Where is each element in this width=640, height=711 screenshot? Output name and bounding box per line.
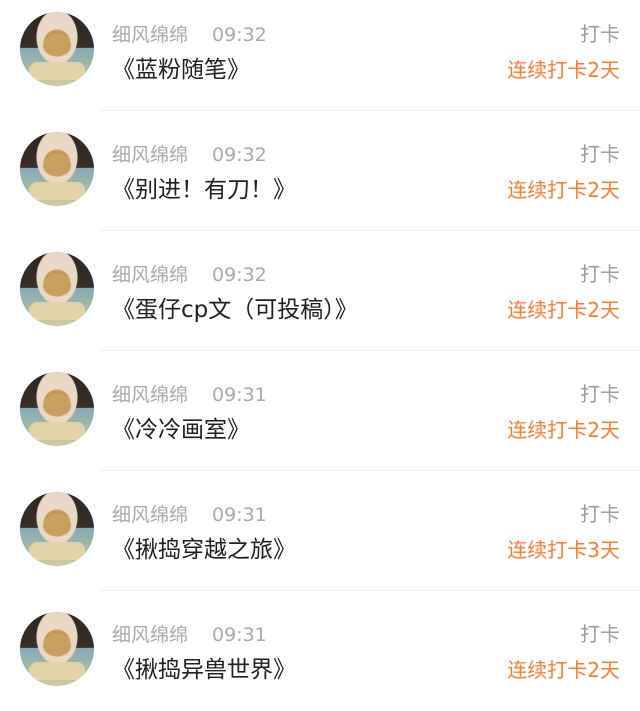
streak-text: 连续打卡2天 [507, 58, 620, 82]
post-time: 09:31 [212, 504, 267, 526]
post-time: 09:31 [212, 384, 267, 406]
post-title[interactable]: 《冷冷画室》 [112, 416, 250, 444]
avatar[interactable] [20, 12, 94, 86]
username[interactable]: 细风绵绵 [112, 384, 188, 406]
username[interactable]: 细风绵绵 [112, 624, 188, 646]
feed-item[interactable]: 细风绵绵 09:31 《冷冷画室》 打卡 连续打卡2天 [0, 360, 640, 480]
streak-text: 连续打卡2天 [507, 658, 620, 682]
streak-text: 连续打卡2天 [507, 418, 620, 442]
avatar[interactable] [20, 132, 94, 206]
post-title[interactable]: 《揪捣异兽世界》 [112, 656, 296, 684]
username[interactable]: 细风绵绵 [112, 24, 188, 46]
checkin-button[interactable]: 打卡 [580, 262, 620, 286]
streak-text: 连续打卡3天 [507, 538, 620, 562]
feed-item[interactable]: 细风绵绵 09:31 《揪捣穿越之旅》 打卡 连续打卡3天 [0, 480, 640, 600]
row-divider [100, 590, 640, 591]
feed-item[interactable]: 细风绵绵 09:32 《蓝粉随笔》 打卡 连续打卡2天 [0, 0, 640, 120]
post-title[interactable]: 《别进！有刀！》 [112, 176, 296, 204]
row-divider [100, 470, 640, 471]
post-time: 09:31 [212, 624, 267, 646]
post-title[interactable]: 《揪捣穿越之旅》 [112, 536, 296, 564]
checkin-button[interactable]: 打卡 [580, 22, 620, 46]
feed-item[interactable]: 细风绵绵 09:32 《别进！有刀！》 打卡 连续打卡2天 [0, 120, 640, 240]
post-time: 09:32 [212, 264, 267, 286]
avatar[interactable] [20, 372, 94, 446]
checkin-button[interactable]: 打卡 [580, 142, 620, 166]
post-title[interactable]: 《蛋仔cp文（可投稿）》 [112, 296, 358, 324]
row-divider [100, 230, 640, 231]
streak-text: 连续打卡2天 [507, 298, 620, 322]
row-divider [100, 110, 640, 111]
checkin-button[interactable]: 打卡 [580, 622, 620, 646]
checkin-button[interactable]: 打卡 [580, 382, 620, 406]
username[interactable]: 细风绵绵 [112, 264, 188, 286]
username[interactable]: 细风绵绵 [112, 504, 188, 526]
streak-text: 连续打卡2天 [507, 178, 620, 202]
row-divider [100, 350, 640, 351]
post-title[interactable]: 《蓝粉随笔》 [112, 56, 250, 84]
username[interactable]: 细风绵绵 [112, 144, 188, 166]
post-time: 09:32 [212, 144, 267, 166]
avatar[interactable] [20, 612, 94, 686]
feed-item[interactable]: 细风绵绵 09:32 《蛋仔cp文（可投稿）》 打卡 连续打卡2天 [0, 240, 640, 360]
checkin-button[interactable]: 打卡 [580, 502, 620, 526]
avatar[interactable] [20, 492, 94, 566]
post-time: 09:32 [212, 24, 267, 46]
avatar[interactable] [20, 252, 94, 326]
feed-item[interactable]: 细风绵绵 09:31 《揪捣异兽世界》 打卡 连续打卡2天 [0, 600, 640, 711]
checkin-feed: 细风绵绵 09:32 《蓝粉随笔》 打卡 连续打卡2天 细风绵绵 09:32 《… [0, 0, 640, 711]
